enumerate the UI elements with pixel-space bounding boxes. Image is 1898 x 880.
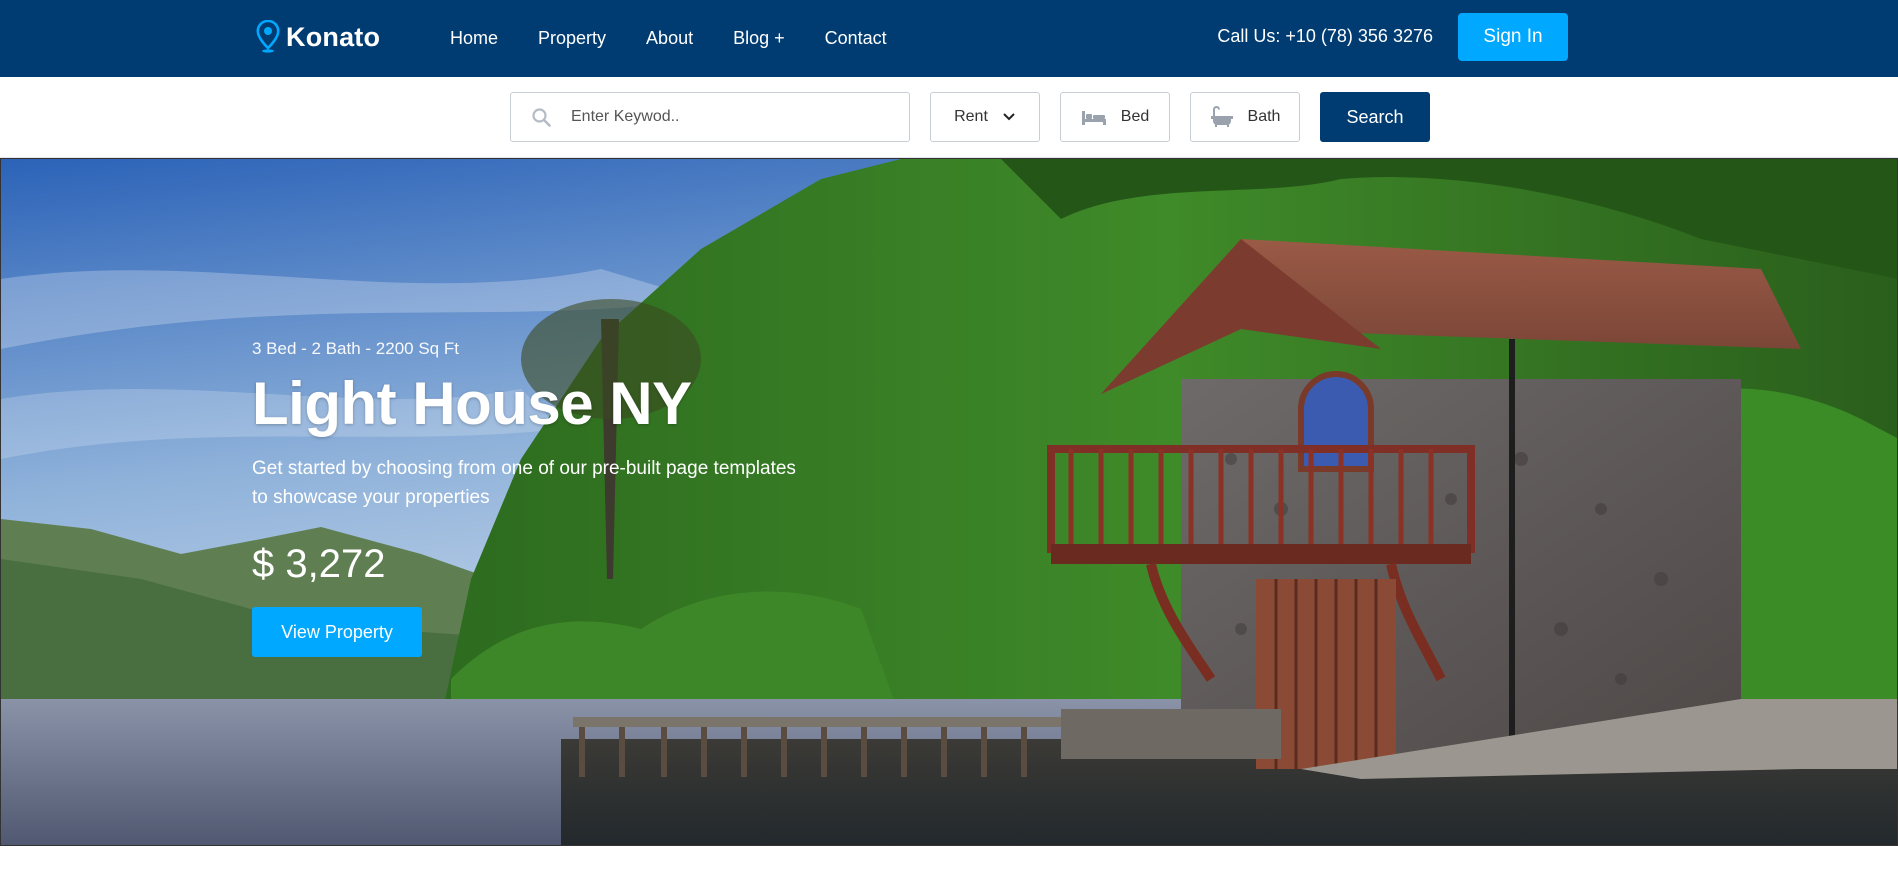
keyword-search-field[interactable] xyxy=(510,92,910,142)
nav-about[interactable]: About xyxy=(646,28,693,49)
top-navigation-bar: Konato Home Property About Blog + Contac… xyxy=(0,0,1898,77)
nav-contact[interactable]: Contact xyxy=(825,28,887,49)
brand-logo[interactable]: Konato xyxy=(256,20,380,54)
property-specs: 3 Bed - 2 Bath - 2200 Sq Ft xyxy=(252,339,459,358)
nav-home[interactable]: Home xyxy=(450,28,498,49)
hero-banner: 3 Bed - 2 Bath - 2200 Sq Ft Light House … xyxy=(0,158,1898,846)
sign-in-button[interactable]: Sign In xyxy=(1458,13,1568,61)
bed-icon xyxy=(1081,111,1106,125)
search-button[interactable]: Search xyxy=(1320,92,1430,142)
location-pin-icon xyxy=(256,20,280,53)
property-description: Get started by choosing from one of our … xyxy=(252,458,796,508)
call-us-phone: Call Us: +10 (78) 356 3276 xyxy=(1217,26,1433,46)
nav-property[interactable]: Property xyxy=(538,28,606,49)
bath-filter[interactable]: Bath xyxy=(1190,92,1300,142)
property-price: $ 3,272 xyxy=(252,542,386,586)
search-icon xyxy=(532,108,551,127)
property-search-bar: Rent Bed Bath Search xyxy=(0,77,1898,158)
view-property-button[interactable]: View Property xyxy=(252,607,422,657)
hero-content: 3 Bed - 2 Bath - 2200 Sq Ft Light House … xyxy=(252,339,812,657)
chevron-down-icon xyxy=(1003,113,1015,121)
bed-filter[interactable]: Bed xyxy=(1060,92,1170,142)
bathtub-icon xyxy=(1210,106,1233,127)
brand-name: Konato xyxy=(286,21,381,52)
main-nav: Home Property About Blog + Contact xyxy=(450,0,927,77)
listing-type-select[interactable]: Rent xyxy=(930,92,1040,142)
keyword-input[interactable] xyxy=(571,108,871,126)
bath-filter-label: Bath xyxy=(1247,108,1281,125)
property-title: Light House NY xyxy=(252,370,692,437)
bed-filter-label: Bed xyxy=(1120,108,1150,125)
listing-type-value: Rent xyxy=(954,108,988,125)
nav-blog[interactable]: Blog + xyxy=(733,28,785,49)
